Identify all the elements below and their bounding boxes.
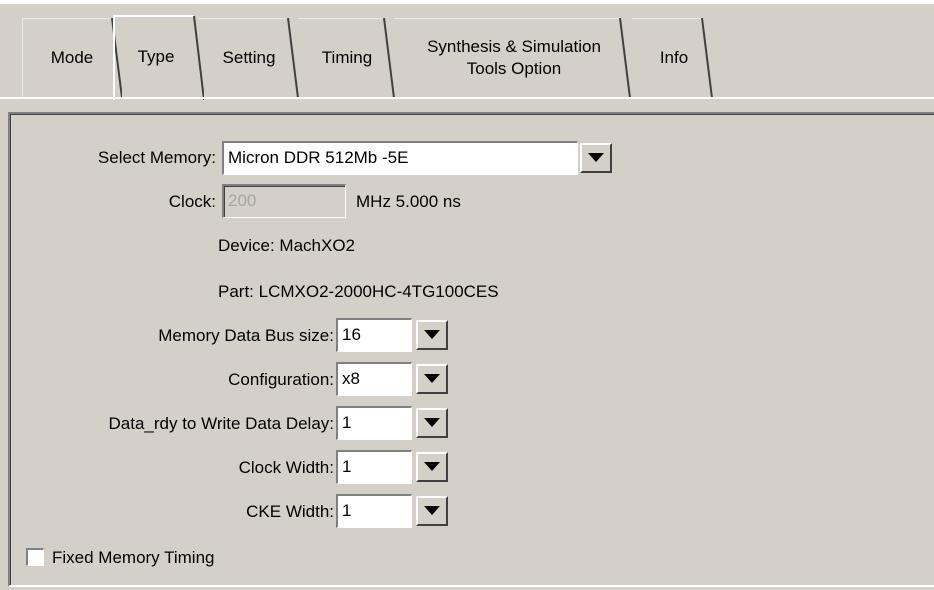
- configuration-dropdown-button[interactable]: [416, 364, 448, 394]
- clock-width-dropdown-button[interactable]: [416, 452, 448, 482]
- clock-width-combobox[interactable]: 1: [336, 450, 412, 484]
- top-highlight: [0, 0, 934, 4]
- tab-type[interactable]: Type: [108, 14, 204, 100]
- tab-synthesis-simulation[interactable]: Synthesis & Simulation Tools Option: [394, 18, 634, 98]
- clock-label: Clock:: [168, 192, 216, 211]
- triangle-down-icon: [424, 330, 440, 339]
- tab-mode[interactable]: Mode: [22, 18, 122, 98]
- triangle-down-icon: [424, 374, 440, 383]
- tab-setting-label: Setting: [222, 48, 276, 67]
- tab-synthesis-label-line1: Synthesis & Simulation: [427, 37, 601, 56]
- configuration-label: Configuration:: [228, 370, 334, 389]
- clock-width-label: Clock Width:: [238, 458, 334, 477]
- tab-strip: Mode Type Setting Timing Synthesis & Sim…: [0, 0, 934, 100]
- data-rdy-label: Data_rdy to Write Data Delay:: [108, 414, 335, 433]
- bus-size-label: Memory Data Bus size:: [158, 326, 334, 345]
- cke-width-combobox[interactable]: 1: [336, 494, 412, 528]
- tab-mode-label: Mode: [50, 48, 94, 67]
- clock-input[interactable]: 200: [222, 184, 346, 218]
- cke-width-dropdown-button[interactable]: [416, 496, 448, 526]
- configuration-combobox[interactable]: x8: [336, 362, 412, 396]
- type-panel: [8, 112, 934, 587]
- tab-timing-label: Timing: [321, 48, 373, 67]
- triangle-down-icon: [424, 462, 440, 471]
- tab-info[interactable]: Info: [632, 18, 716, 98]
- select-memory-label: Select Memory:: [97, 148, 216, 167]
- clock-unit-text: MHz 5.000 ns: [356, 192, 461, 211]
- bus-size-dropdown-button[interactable]: [416, 320, 448, 350]
- triangle-down-icon: [424, 418, 440, 427]
- tab-info-label: Info: [659, 48, 689, 67]
- data-rdy-combobox[interactable]: 1: [336, 406, 412, 440]
- triangle-down-icon: [424, 506, 440, 515]
- cke-width-label: CKE Width:: [246, 502, 334, 521]
- tab-timing[interactable]: Timing: [298, 18, 396, 98]
- fixed-memory-timing-label[interactable]: Fixed Memory Timing: [52, 548, 214, 568]
- tab-synthesis-label-line2: Tools Option: [466, 59, 562, 78]
- select-memory-dropdown-button[interactable]: [580, 143, 612, 173]
- device-text: Device: MachXO2: [218, 236, 355, 255]
- data-rdy-dropdown-button[interactable]: [416, 408, 448, 438]
- fixed-memory-timing-checkbox[interactable]: [26, 548, 44, 566]
- part-text: Part: LCMXO2-2000HC-4TG100CES: [218, 282, 499, 301]
- tab-baseline: [0, 97, 934, 99]
- bus-size-combobox[interactable]: 16: [336, 318, 412, 352]
- triangle-down-icon: [588, 153, 604, 162]
- tab-type-label: Type: [137, 47, 175, 66]
- select-memory-combobox[interactable]: Micron DDR 512Mb -5E: [222, 141, 578, 175]
- tab-setting[interactable]: Setting: [198, 18, 300, 98]
